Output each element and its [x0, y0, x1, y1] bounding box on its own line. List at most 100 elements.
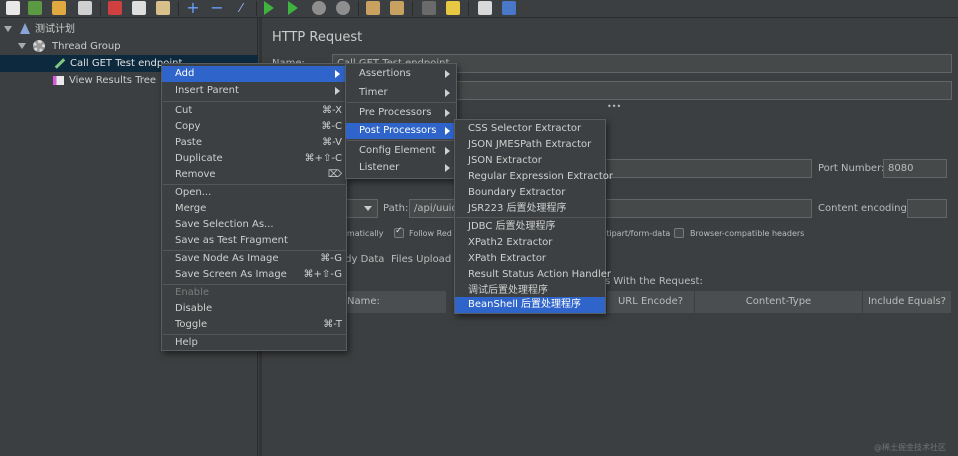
collapse-icon[interactable]: −: [210, 0, 224, 16]
column-name[interactable]: Name:: [337, 291, 447, 313]
submenu-arrow-icon: [335, 70, 340, 78]
menu-item-label: Help: [175, 337, 198, 348]
menu-item-css-selector-extractor[interactable]: CSS Selector Extractor: [455, 121, 605, 137]
column-include-equals-label: Include Equals?: [867, 296, 946, 307]
menu-item-help[interactable]: Help: [162, 335, 346, 351]
menu-item-shortcut: ⌘-T: [323, 319, 342, 330]
expanded-arrow-icon[interactable]: [4, 26, 12, 32]
menu-item-post-processors[interactable]: Post Processors: [346, 123, 456, 139]
column-content-type[interactable]: Content-Type: [695, 291, 863, 313]
start-icon[interactable]: [264, 1, 274, 15]
browser-headers-checkbox[interactable]: [674, 228, 684, 238]
menu-item-label: JSON Extractor: [468, 155, 542, 166]
menu-item-json-jmespath-extractor[interactable]: JSON JMESPath Extractor: [455, 137, 605, 153]
reset-search-icon[interactable]: [446, 1, 460, 15]
content-encoding-label: Content encoding:: [818, 203, 911, 214]
menu-item-label: JSON JMESPath Extractor: [468, 139, 592, 150]
templates-icon[interactable]: [28, 1, 42, 15]
menu-item-label: Insert Parent: [175, 85, 239, 96]
menu-item-timer[interactable]: Timer: [346, 85, 456, 101]
menu-item-label: Cut: [175, 105, 193, 116]
panel-title: HTTP Request: [272, 30, 363, 45]
menu-item-listener[interactable]: Listener: [346, 160, 456, 176]
menu-item-disable[interactable]: Disable: [162, 301, 346, 317]
toggle-icon[interactable]: ⁄: [234, 1, 248, 15]
menu-item-boundary-extractor[interactable]: Boundary Extractor: [455, 185, 605, 201]
clear-all-icon[interactable]: [390, 1, 404, 15]
cut-icon[interactable]: [108, 1, 122, 15]
menu-item-paste[interactable]: Paste ⌘-V: [162, 135, 346, 151]
menu-item-xpath-extractor[interactable]: XPath Extractor: [455, 251, 605, 267]
submenu-arrow-icon: [445, 70, 450, 78]
copy-icon[interactable]: [132, 1, 146, 15]
paste-icon[interactable]: [156, 1, 170, 15]
menu-item-shortcut: ⌘+⇧-G: [303, 269, 342, 280]
menu-item-label: Result Status Action Handler: [468, 269, 611, 280]
menu-item-save-node-as-image[interactable]: Save Node As Image ⌘-G: [162, 251, 346, 267]
menu-item-merge[interactable]: Merge: [162, 201, 346, 217]
stop-icon[interactable]: [312, 1, 326, 15]
menu-item-regular-expression-extractor[interactable]: Regular Expression Extractor: [455, 169, 613, 185]
menu-item-assertions[interactable]: Assertions: [346, 66, 456, 82]
column-include-equals[interactable]: Include Equals?: [863, 291, 952, 313]
content-encoding-input[interactable]: [907, 199, 947, 218]
menu-item-shortcut: ⌘+⇧-C: [304, 153, 342, 164]
menu-item-label: Open...: [175, 187, 212, 198]
tree-item-label: View Results Tree: [69, 75, 157, 86]
add-submenu: Assertions Timer Pre Processors Post Pro…: [345, 63, 457, 179]
menu-separator: [163, 101, 347, 102]
menu-item-label: XPath2 Extractor: [468, 237, 553, 248]
watermark: @稀土掘金技术社区: [874, 443, 946, 452]
menu-item-open[interactable]: Open...: [162, 185, 346, 201]
column-content-type-label: Content-Type: [745, 296, 812, 307]
help-icon[interactable]: [502, 1, 516, 15]
clear-icon[interactable]: [366, 1, 380, 15]
menu-item-copy[interactable]: Copy ⌘-C: [162, 119, 346, 135]
chart-icon: [53, 76, 64, 85]
menu-item-label: Timer: [359, 87, 388, 98]
collapse-handle[interactable]: •••: [607, 102, 621, 111]
menu-item-jsr223-postprocessor[interactable]: JSR223 后置处理程序: [455, 201, 605, 217]
menu-item-save-screen-as-image[interactable]: Save Screen As Image ⌘+⇧-G: [162, 267, 346, 283]
gear-icon: [33, 40, 45, 52]
menu-item-label: CSS Selector Extractor: [468, 123, 582, 134]
menu-separator: [347, 140, 457, 141]
new-icon[interactable]: [6, 1, 20, 15]
menu-item-label: Save Node As Image: [175, 253, 279, 264]
menu-item-insert-parent[interactable]: Insert Parent: [162, 83, 346, 99]
follow-redirects-checkbox[interactable]: ✓: [394, 226, 404, 238]
menu-separator: [456, 217, 606, 218]
menu-item-cut[interactable]: Cut ⌘-X: [162, 103, 346, 119]
shutdown-icon[interactable]: [336, 1, 350, 15]
menu-separator: [347, 102, 457, 103]
function-helper-icon[interactable]: [478, 1, 492, 15]
save-icon[interactable]: [78, 1, 92, 15]
menu-item-xpath2-extractor[interactable]: XPath2 Extractor: [455, 235, 605, 251]
menu-item-pre-processors[interactable]: Pre Processors: [346, 105, 456, 121]
expanded-arrow-icon[interactable]: [18, 43, 26, 49]
search-icon[interactable]: [422, 1, 436, 15]
menu-item-result-status-action-handler[interactable]: Result Status Action Handler: [455, 267, 611, 283]
menu-item-label: Copy: [175, 121, 201, 132]
open-icon[interactable]: [52, 1, 66, 15]
menu-item-label: Save Selection As...: [175, 219, 274, 230]
tab-files-upload[interactable]: Files Upload: [391, 254, 451, 265]
menu-item-duplicate[interactable]: Duplicate ⌘+⇧-C: [162, 151, 346, 167]
menu-item-remove[interactable]: Remove ⌦: [162, 167, 346, 183]
menu-item-save-as-test-fragment[interactable]: Save as Test Fragment: [162, 233, 346, 249]
port-input[interactable]: 8080: [883, 159, 947, 178]
flask-icon: [20, 23, 30, 34]
start-no-pause-icon[interactable]: [288, 1, 298, 15]
menu-item-beanshell-postprocessor[interactable]: BeanShell 后置处理程序: [455, 297, 605, 313]
menu-item-toggle[interactable]: Toggle ⌘-T: [162, 317, 346, 333]
menu-item-json-extractor[interactable]: JSON Extractor: [455, 153, 605, 169]
column-url-encode[interactable]: URL Encode?: [607, 291, 695, 313]
menu-item-save-selection-as[interactable]: Save Selection As...: [162, 217, 346, 233]
check-icon: ✓: [395, 226, 403, 236]
browser-headers-label: Browser-compatible headers: [690, 229, 805, 238]
menu-item-jdbc-postprocessor[interactable]: JDBC 后置处理程序: [455, 219, 605, 235]
menu-item-config-element[interactable]: Config Element: [346, 143, 456, 159]
expand-icon[interactable]: +: [186, 0, 200, 16]
menu-item-add[interactable]: Add: [162, 66, 346, 82]
menu-item-label: Paste: [175, 137, 202, 148]
